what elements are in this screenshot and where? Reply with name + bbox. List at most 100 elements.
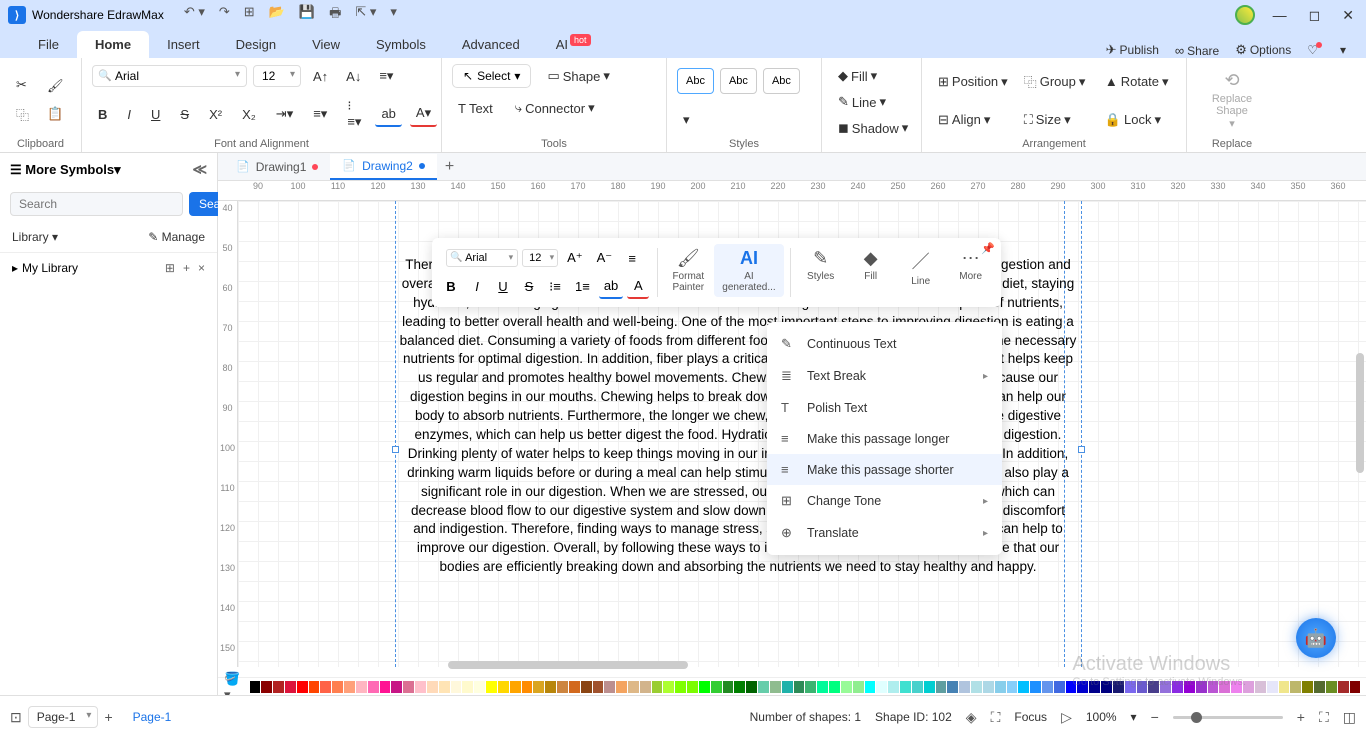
spacing-icon[interactable]: ≡▾ xyxy=(307,102,333,126)
menu-chevron-icon[interactable]: ▾ xyxy=(1340,43,1346,57)
paragraph-icon[interactable]: ≡▾ xyxy=(373,64,399,88)
decrease-font-icon[interactable]: A↓ xyxy=(340,65,367,88)
mini-bullets-icon[interactable]: ⁝≡ xyxy=(544,275,566,299)
indent-icon[interactable]: ⇥▾ xyxy=(270,102,299,126)
connector-tool[interactable]: ⤷ Connector▾ xyxy=(509,96,601,120)
save-icon[interactable]: 💾 xyxy=(299,4,315,26)
italic-icon[interactable]: I xyxy=(121,103,137,126)
style-more-icon[interactable]: ▾ xyxy=(677,108,696,132)
collapse-panel-icon[interactable]: ≪ xyxy=(192,161,207,178)
color-swatch[interactable] xyxy=(652,681,663,693)
color-swatch[interactable] xyxy=(1290,681,1301,693)
color-swatch[interactable] xyxy=(1054,681,1065,693)
color-swatch[interactable] xyxy=(1042,681,1053,693)
layers-icon[interactable]: ◈ xyxy=(966,709,977,726)
symbol-search-input[interactable] xyxy=(10,192,183,216)
user-avatar[interactable] xyxy=(1235,5,1255,25)
paste-icon[interactable]: 📋 xyxy=(41,102,70,126)
color-swatch[interactable] xyxy=(415,681,426,693)
tab-home[interactable]: Home xyxy=(77,31,149,58)
lock-button[interactable]: 🔒 Lock▾ xyxy=(1099,108,1176,132)
mini-strike-icon[interactable]: S xyxy=(518,275,540,298)
align-button[interactable]: ⊟ Align▾ xyxy=(932,108,1014,132)
increase-font-icon[interactable]: A↑ xyxy=(307,65,334,88)
color-swatch[interactable] xyxy=(250,681,261,693)
mylib-label[interactable]: My Library xyxy=(22,261,78,275)
options-button[interactable]: ⚙Options xyxy=(1235,42,1291,58)
color-swatch[interactable] xyxy=(1338,681,1349,693)
style-preset-1[interactable]: Abc xyxy=(677,68,714,94)
notifications-icon[interactable]: ♡ xyxy=(1307,43,1324,57)
color-swatch[interactable] xyxy=(604,681,615,693)
document-tab[interactable]: 📄Drawing1 xyxy=(224,154,330,180)
color-swatch[interactable] xyxy=(261,681,272,693)
style-preset-3[interactable]: Abc xyxy=(763,68,800,94)
underline-icon[interactable]: U xyxy=(145,103,166,126)
color-swatch[interactable] xyxy=(640,681,651,693)
cut-icon[interactable]: ✂ xyxy=(10,73,35,97)
library-dropdown[interactable]: Library ▾ xyxy=(12,230,58,244)
color-swatch[interactable] xyxy=(297,681,308,693)
mini-underline-icon[interactable]: U xyxy=(492,275,514,298)
color-swatch[interactable] xyxy=(1255,681,1266,693)
color-swatch[interactable] xyxy=(900,681,911,693)
color-swatch[interactable] xyxy=(427,681,438,693)
mylib-add-icon[interactable]: + xyxy=(183,261,190,275)
color-swatch[interactable] xyxy=(368,681,379,693)
color-swatch[interactable] xyxy=(865,681,876,693)
color-swatch[interactable] xyxy=(356,681,367,693)
undo-icon[interactable]: ↶ ▾ xyxy=(184,4,205,26)
color-swatch[interactable] xyxy=(1101,681,1112,693)
paint-icon[interactable]: 🖌 xyxy=(41,74,70,98)
color-swatch[interactable] xyxy=(1030,681,1041,693)
mini-decrease-font-icon[interactable]: A⁻ xyxy=(592,246,618,270)
share-button[interactable]: ∞Share xyxy=(1175,43,1219,58)
tab-ai[interactable]: AIhot xyxy=(538,31,609,58)
mini-line-button[interactable]: ／Line xyxy=(897,244,945,291)
color-swatch[interactable] xyxy=(924,681,935,693)
ai-assistant-bubble[interactable]: 🤖 xyxy=(1296,618,1336,658)
position-button[interactable]: ⊞ Position▾ xyxy=(932,70,1014,94)
fit-icon[interactable]: ◫ xyxy=(1343,709,1356,726)
color-swatch[interactable] xyxy=(391,681,402,693)
color-swatch[interactable] xyxy=(451,681,462,693)
style-preset-2[interactable]: Abc xyxy=(720,68,757,94)
close-icon[interactable]: ✕ xyxy=(1338,7,1358,24)
selection-handle[interactable] xyxy=(1078,446,1085,453)
color-swatch[interactable] xyxy=(581,681,592,693)
color-swatch[interactable] xyxy=(486,681,497,693)
mini-styles-button[interactable]: ✎Styles xyxy=(797,244,845,286)
color-swatch[interactable] xyxy=(593,681,604,693)
select-tool[interactable]: ↖Select▾ xyxy=(452,64,531,88)
mini-italic-icon[interactable]: I xyxy=(466,275,488,298)
zoom-slider[interactable] xyxy=(1173,716,1283,719)
mini-font-select[interactable]: Arial xyxy=(446,249,518,267)
horizontal-scrollbar[interactable] xyxy=(238,661,1366,671)
mini-color-icon[interactable]: A xyxy=(627,274,649,299)
page-nav-icon[interactable]: ⊡ xyxy=(10,709,22,726)
clear-format-icon[interactable]: ab xyxy=(375,102,401,127)
color-swatch[interactable] xyxy=(829,681,840,693)
subscript-icon[interactable]: X₂ xyxy=(236,103,262,126)
font-color-icon[interactable]: A▾ xyxy=(410,101,437,127)
color-swatch[interactable] xyxy=(332,681,343,693)
fullscreen-icon[interactable]: ⛶ xyxy=(1319,709,1329,726)
new-icon[interactable]: ⊞ xyxy=(244,4,255,26)
page-link[interactable]: Page-1 xyxy=(133,710,172,724)
group-button[interactable]: ⿻ Group▾ xyxy=(1018,68,1095,95)
color-swatch[interactable] xyxy=(794,681,805,693)
add-tab-button[interactable]: + xyxy=(437,154,462,180)
color-swatch[interactable] xyxy=(498,681,509,693)
ai-menu-item[interactable]: TPolish Text xyxy=(767,392,1002,423)
color-swatch[interactable] xyxy=(1243,681,1254,693)
export-icon[interactable]: ⇱ ▾ xyxy=(355,4,376,26)
bullets-icon[interactable]: ⁝≡▾ xyxy=(341,94,367,134)
ai-generated-button[interactable]: AI AI generated... xyxy=(714,244,783,297)
ai-menu-item[interactable]: ≡Make this passage longer xyxy=(767,423,1002,454)
mini-increase-font-icon[interactable]: A⁺ xyxy=(562,246,588,270)
color-swatch[interactable] xyxy=(380,681,391,693)
minimize-icon[interactable]: — xyxy=(1269,7,1291,23)
color-swatch[interactable] xyxy=(1326,681,1337,693)
color-swatch[interactable] xyxy=(734,681,745,693)
tab-insert[interactable]: Insert xyxy=(149,31,218,58)
